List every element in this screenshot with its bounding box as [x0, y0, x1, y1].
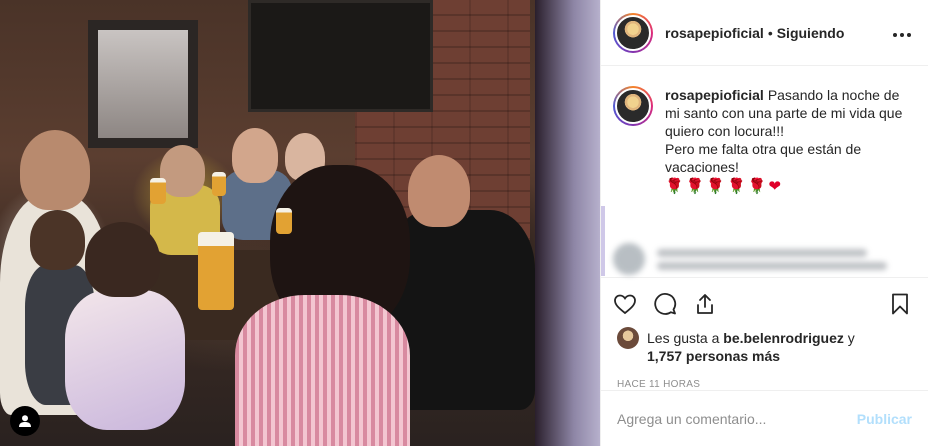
scrollbar[interactable]	[601, 206, 605, 276]
photo-child-head	[30, 210, 85, 270]
share-icon[interactable]	[693, 292, 717, 316]
add-comment-bar: Publicar	[601, 390, 928, 446]
photo-child	[65, 290, 185, 430]
photo-wall	[535, 0, 600, 446]
post-header: rosapepioficial • Siguiendo	[601, 0, 928, 66]
likes-text: Les gusta a be.belenrodriguez y 1,757 pe…	[647, 329, 855, 365]
action-bar	[601, 277, 928, 329]
rose-emojis: 🌹🌹🌹🌹🌹	[665, 178, 769, 195]
publish-button[interactable]: Publicar	[857, 411, 912, 427]
separator-dot: •	[767, 24, 773, 41]
user-icon	[19, 415, 31, 427]
bookmark-icon[interactable]	[888, 292, 912, 316]
comment-input[interactable]	[617, 410, 857, 427]
photo-child-head	[85, 222, 160, 297]
heart-icon[interactable]	[613, 292, 637, 316]
likes-prefix: Les gusta a	[647, 330, 720, 346]
caption-emojis: 🌹🌹🌹🌹🌹❤	[665, 178, 905, 196]
photo-person-face	[20, 130, 90, 210]
photo-tv	[248, 0, 433, 112]
photo-window	[88, 20, 198, 148]
likes-summary: Les gusta a be.belenrodriguez y 1,757 pe…	[601, 327, 928, 365]
photo-beer-glass	[150, 178, 166, 204]
caption-username[interactable]: rosapepioficial	[665, 87, 764, 103]
photo-beer-glass	[276, 208, 292, 234]
post-caption: rosapepioficial Pasando la noche de mi sa…	[613, 86, 912, 196]
post-photo[interactable]	[0, 0, 600, 446]
photo-beer-glass	[212, 172, 226, 196]
caption-text: rosapepioficial Pasando la noche de mi sa…	[665, 86, 905, 196]
follow-button[interactable]: Siguiendo	[777, 25, 845, 41]
username-link[interactable]: rosapepioficial	[665, 25, 764, 41]
comment-icon[interactable]	[653, 292, 677, 316]
likes-count-link[interactable]: 1,757 personas más	[647, 348, 780, 364]
tagged-users-button[interactable]	[10, 406, 40, 436]
avatar[interactable]	[613, 12, 653, 53]
blurred-comment	[613, 238, 913, 280]
likes-and: y	[847, 330, 855, 346]
liker-username-link[interactable]: be.belenrodriguez	[723, 330, 844, 346]
post-details-panel: rosapepioficial • Siguiendo rosapepioficia…	[600, 0, 928, 446]
more-options-icon[interactable]	[892, 22, 912, 43]
photo-person	[235, 295, 410, 446]
liker-avatar[interactable]	[617, 327, 639, 349]
photo-person-face	[232, 128, 278, 183]
caption-avatar[interactable]	[613, 86, 653, 126]
heart-emoji: ❤	[768, 178, 783, 195]
photo-beer-glass	[198, 232, 234, 310]
photo-person-face	[408, 155, 470, 227]
header-text: rosapepioficial • Siguiendo	[665, 25, 892, 41]
photo-person-face	[160, 145, 205, 197]
